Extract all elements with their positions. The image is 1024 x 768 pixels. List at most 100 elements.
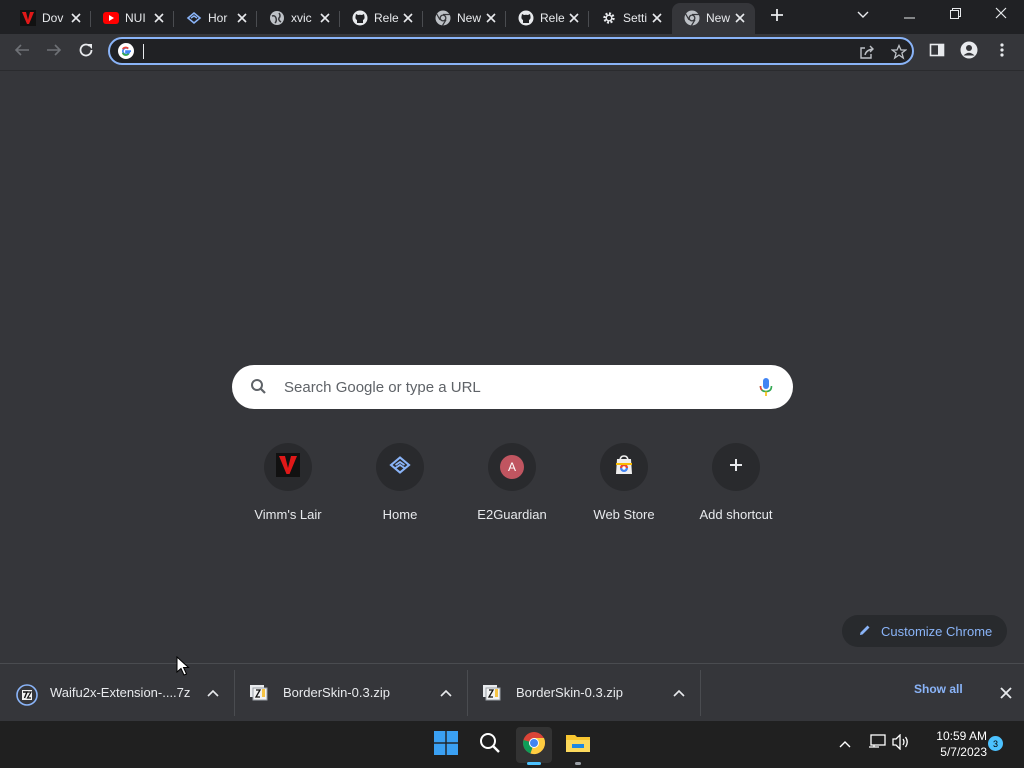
clock-date: 5/7/2023 [940,745,987,759]
tab-vimm[interactable]: Dov [8,3,91,34]
tab-search-button[interactable] [840,0,886,30]
profile-button[interactable] [955,38,983,66]
new-tab-button[interactable] [764,4,790,30]
shortcut-web-store[interactable]: Web Store [568,443,680,533]
tab-new-tab[interactable]: New [423,3,506,34]
shortcut-icon-circle [376,443,424,491]
tab-github-releases-2[interactable]: Rele [506,3,589,34]
google-icon [118,43,134,59]
shortcut-label: Add shortcut [699,507,773,522]
system-clock[interactable]: 10:59 AM 5/7/2023 [915,728,987,760]
tab-title: Dov [42,11,64,25]
shortcut-home[interactable]: Home [344,443,456,533]
close-tab-icon[interactable] [233,9,251,27]
close-tab-icon[interactable] [731,9,749,27]
chrome-icon [522,731,546,760]
shortcut-e2guardian[interactable]: A E2Guardian [456,443,568,533]
start-button[interactable] [428,727,464,763]
download-item[interactable]: BorderSkin-0.3.zip [468,670,701,716]
settings-gear-icon [601,10,617,26]
tab-title: NUI [125,11,146,25]
close-window-button[interactable] [978,0,1024,30]
shortcut-label: Home [382,507,418,522]
shortcut-icon-circle [264,443,312,491]
close-tab-icon[interactable] [648,9,666,27]
close-downloads-icon[interactable] [996,683,1016,703]
chrome-icon [684,10,700,26]
tab-title: New [706,11,731,25]
notification-badge[interactable]: 3 [988,736,1003,751]
search-taskbar-button[interactable] [472,727,508,763]
back-button[interactable] [8,38,36,66]
zip-file-icon [249,684,271,702]
close-tab-icon[interactable] [565,9,583,27]
home-logo-icon [186,10,202,26]
plus-icon [770,8,784,27]
address-bar[interactable] [108,37,914,65]
minimize-button[interactable] [886,0,932,30]
chevron-up-icon[interactable] [671,685,687,701]
restore-icon [949,6,961,24]
side-panel-button[interactable] [923,38,951,66]
show-all-downloads-link[interactable]: Show all [914,682,963,696]
customize-chrome-button[interactable]: Customize Chrome [842,615,1007,647]
tab-title: New [457,11,482,25]
volume-control[interactable] [890,732,912,755]
github-icon [518,10,534,26]
arrow-right-icon [46,42,62,63]
side-panel-icon [929,42,945,63]
close-tab-icon[interactable] [399,9,417,27]
shortcut-label: E2Guardian [477,507,547,522]
forward-button[interactable] [40,38,68,66]
search-placeholder: Search Google or type a URL [284,379,481,396]
chevron-up-icon[interactable] [205,685,221,701]
letter-avatar-icon: A [500,455,524,479]
tab-xvic[interactable]: xvic [257,3,340,34]
show-hidden-icons-button[interactable] [834,733,856,755]
tab-settings[interactable]: Setti [589,3,672,34]
mouse-cursor-icon [176,655,190,681]
globe-icon [269,10,285,26]
close-tab-icon[interactable] [150,9,168,27]
address-input[interactable] [142,41,842,61]
vimm-icon [276,452,300,482]
file-explorer-button[interactable] [560,727,596,765]
tab-title: xvic [291,11,312,25]
close-tab-icon[interactable] [67,9,85,27]
vimm-icon [20,10,36,26]
search-icon [479,732,501,759]
active-app-indicator [527,762,541,765]
windows-taskbar: 10:59 AM 5/7/2023 3 [0,721,1024,768]
7z-file-icon [16,684,38,706]
chevron-up-icon[interactable] [438,685,454,701]
tab-youtube[interactable]: NUI [91,3,174,34]
restore-button[interactable] [932,0,978,30]
download-item[interactable]: BorderSkin-0.3.zip [235,670,468,716]
download-filename: BorderSkin-0.3.zip [516,685,623,700]
close-tab-icon[interactable] [316,9,334,27]
menu-button[interactable] [988,38,1016,66]
network-status[interactable] [866,733,888,755]
microphone-icon[interactable] [759,377,773,402]
speaker-icon [891,732,911,755]
chrome-icon [435,10,451,26]
download-item[interactable]: Waifu2x-Extension-....7z [2,670,235,716]
windows-logo-icon [434,730,458,760]
profile-icon [960,41,978,64]
tab-new-tab-active[interactable]: New [672,3,755,34]
bookmark-star-icon[interactable] [889,42,909,62]
tab-github-releases[interactable]: Rele [340,3,423,34]
home-logo-icon [388,453,412,482]
shortcut-label: Web Store [593,507,655,522]
toolbar [0,34,1024,71]
shortcut-vimms-lair[interactable]: Vimm's Lair [232,443,344,533]
share-icon[interactable] [857,42,877,62]
tab-home[interactable]: Hor [174,3,257,34]
close-tab-icon[interactable] [482,9,500,27]
add-shortcut-button[interactable]: Add shortcut [680,443,792,533]
shortcut-label: Vimm's Lair [254,507,322,522]
reload-button[interactable] [72,38,100,66]
download-filename: Waifu2x-Extension-....7z [50,685,191,700]
chrome-taskbar-button[interactable] [516,727,552,765]
google-search-box[interactable]: Search Google or type a URL [232,365,793,409]
